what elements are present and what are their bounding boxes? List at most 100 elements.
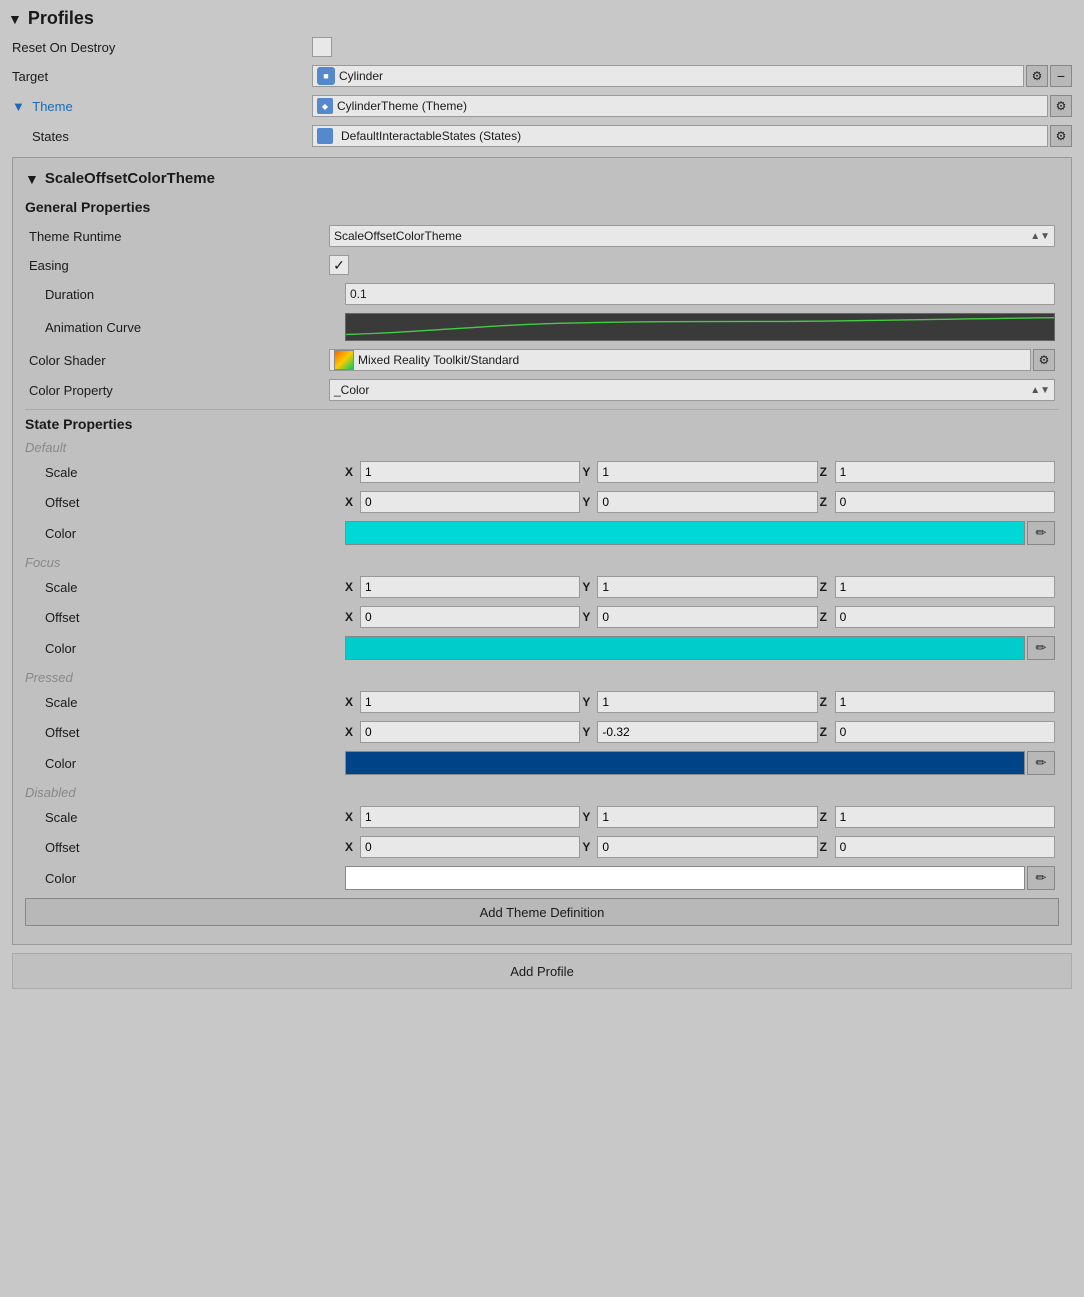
pressed-scale-xyz: X Y Z	[345, 691, 1055, 713]
disabled-eyedropper-btn[interactable]: ✏	[1027, 866, 1055, 890]
easing-value: ✓	[329, 255, 1055, 275]
focus-color-row: Color ✏	[25, 634, 1059, 662]
focus-offset-x-input[interactable]	[360, 606, 580, 628]
pressed-offset-z-input[interactable]	[835, 721, 1055, 743]
easing-check-icon: ✓	[333, 257, 345, 274]
animation-curve-bar[interactable]	[345, 313, 1055, 341]
color-property-dropdown-arrow: ▲▼	[1030, 385, 1050, 396]
color-shader-settings-icon[interactable]: ⚙	[1033, 349, 1055, 371]
focus-scale-z-input[interactable]	[835, 576, 1055, 598]
focus-eyedropper-btn[interactable]: ✏	[1027, 636, 1055, 660]
profiles-title: Profiles	[28, 8, 94, 29]
disabled-scale-row: Scale X Y Z	[25, 804, 1059, 830]
theme-def-collapse-icon[interactable]: ▼	[25, 171, 39, 187]
target-minus-btn[interactable]: −	[1050, 65, 1072, 87]
default-color-value: ✏	[345, 521, 1055, 545]
default-scale-y-input[interactable]	[597, 461, 817, 483]
default-scale-z-input[interactable]	[835, 461, 1055, 483]
default-scale-x-input[interactable]	[360, 461, 580, 483]
theme-runtime-dropdown[interactable]: ScaleOffsetColorTheme ▲▼	[329, 225, 1055, 247]
theme-label: ▼ Theme	[12, 99, 312, 114]
add-theme-definition-label: Add Theme Definition	[480, 905, 605, 920]
focus-color-label: Color	[45, 641, 345, 656]
disabled-offset-x-input[interactable]	[360, 836, 580, 858]
color-shader-text: Mixed Reality Toolkit/Standard	[358, 353, 519, 367]
default-offset-label: Offset	[45, 495, 345, 510]
add-profile-label: Add Profile	[510, 964, 574, 979]
default-offset-z-label: Z	[820, 495, 832, 509]
pressed-scale-x-input[interactable]	[360, 691, 580, 713]
theme-icon: ◆	[317, 98, 333, 114]
color-property-dropdown[interactable]: _Color ▲▼	[329, 379, 1055, 401]
general-properties-label: General Properties	[25, 199, 1059, 215]
focus-scale-x-input[interactable]	[360, 576, 580, 598]
default-eyedropper-btn[interactable]: ✏	[1027, 521, 1055, 545]
duration-input[interactable]	[345, 283, 1055, 305]
focus-scale-xyz: X Y Z	[345, 576, 1055, 598]
focus-offset-label: Offset	[45, 610, 345, 625]
theme-collapse-icon[interactable]: ▼	[12, 99, 25, 114]
state-pressed: Pressed Scale X Y Z Offset X	[25, 670, 1059, 777]
disabled-offset-row: Offset X Y Z	[25, 834, 1059, 860]
pressed-scale-z-input[interactable]	[835, 691, 1055, 713]
pressed-scale-y-input[interactable]	[597, 691, 817, 713]
target-field[interactable]: ■ Cylinder	[312, 65, 1024, 87]
easing-checkbox[interactable]: ✓	[329, 255, 349, 275]
focus-offset-z-input[interactable]	[835, 606, 1055, 628]
pressed-scale-z-label: Z	[820, 695, 832, 709]
focus-scale-label: Scale	[45, 580, 345, 595]
main-container: ▼ Profiles Reset On Destroy Target ■ Cyl…	[0, 0, 1084, 1005]
theme-runtime-label: Theme Runtime	[29, 229, 329, 244]
theme-value-text: CylinderTheme (Theme)	[337, 99, 467, 113]
profiles-header: ▼ Profiles	[8, 8, 1076, 29]
pressed-offset-y-label: Y	[582, 725, 594, 739]
theme-definition-panel: ▼ ScaleOffsetColorTheme General Properti…	[12, 157, 1072, 945]
animation-curve-svg	[346, 314, 1054, 340]
focus-offset-y-input[interactable]	[597, 606, 817, 628]
theme-definition-title: ScaleOffsetColorTheme	[45, 170, 215, 187]
disabled-color-swatch[interactable]	[345, 866, 1025, 890]
pressed-color-swatch[interactable]	[345, 751, 1025, 775]
target-value-text: Cylinder	[339, 69, 383, 83]
states-field[interactable]: DefaultInteractableStates (States)	[312, 125, 1048, 147]
focus-scale-y-input[interactable]	[597, 576, 817, 598]
states-settings-icon[interactable]: ⚙	[1050, 125, 1072, 147]
theme-definition-header: ▼ ScaleOffsetColorTheme	[25, 170, 1059, 187]
color-shader-row: Color Shader Mixed Reality Toolkit/Stand…	[25, 347, 1059, 373]
pressed-scale-label: Scale	[45, 695, 345, 710]
disabled-offset-z-input[interactable]	[835, 836, 1055, 858]
pressed-offset-xyz: X Y Z	[345, 721, 1055, 743]
disabled-scale-y-input[interactable]	[597, 806, 817, 828]
reset-on-destroy-checkbox[interactable]	[312, 37, 332, 57]
states-label: States	[12, 129, 312, 144]
animation-curve-label: Animation Curve	[45, 320, 345, 335]
state-properties-label: State Properties	[25, 416, 1059, 432]
profiles-collapse-icon[interactable]: ▼	[8, 11, 22, 27]
disabled-offset-z-label: Z	[820, 840, 832, 854]
pressed-color-label: Color	[45, 756, 345, 771]
pressed-offset-y-input[interactable]	[597, 721, 817, 743]
easing-row: Easing ✓	[25, 253, 1059, 277]
default-offset-xyz: X Y Z	[345, 491, 1055, 513]
default-offset-z-input[interactable]	[835, 491, 1055, 513]
color-shader-field[interactable]: Mixed Reality Toolkit/Standard	[329, 349, 1031, 371]
default-offset-y-input[interactable]	[597, 491, 817, 513]
default-offset-x-input[interactable]	[360, 491, 580, 513]
pressed-offset-x-input[interactable]	[360, 721, 580, 743]
disabled-scale-z-input[interactable]	[835, 806, 1055, 828]
add-profile-btn[interactable]: Add Profile	[12, 953, 1072, 989]
easing-label: Easing	[29, 258, 329, 273]
theme-settings-icon[interactable]: ⚙	[1050, 95, 1072, 117]
target-settings-icon[interactable]: ⚙	[1026, 65, 1048, 87]
shader-row-inner: Mixed Reality Toolkit/Standard ⚙	[329, 349, 1055, 371]
default-color-swatch[interactable]	[345, 521, 1025, 545]
pressed-eyedropper-btn[interactable]: ✏	[1027, 751, 1055, 775]
add-theme-definition-btn[interactable]: Add Theme Definition	[25, 898, 1059, 926]
theme-field[interactable]: ◆ CylinderTheme (Theme)	[312, 95, 1048, 117]
focus-color-swatch[interactable]	[345, 636, 1025, 660]
disabled-offset-label: Offset	[45, 840, 345, 855]
disabled-scale-x-input[interactable]	[360, 806, 580, 828]
disabled-scale-y-label: Y	[582, 810, 594, 824]
color-property-value: _Color ▲▼	[329, 379, 1055, 401]
disabled-offset-y-input[interactable]	[597, 836, 817, 858]
